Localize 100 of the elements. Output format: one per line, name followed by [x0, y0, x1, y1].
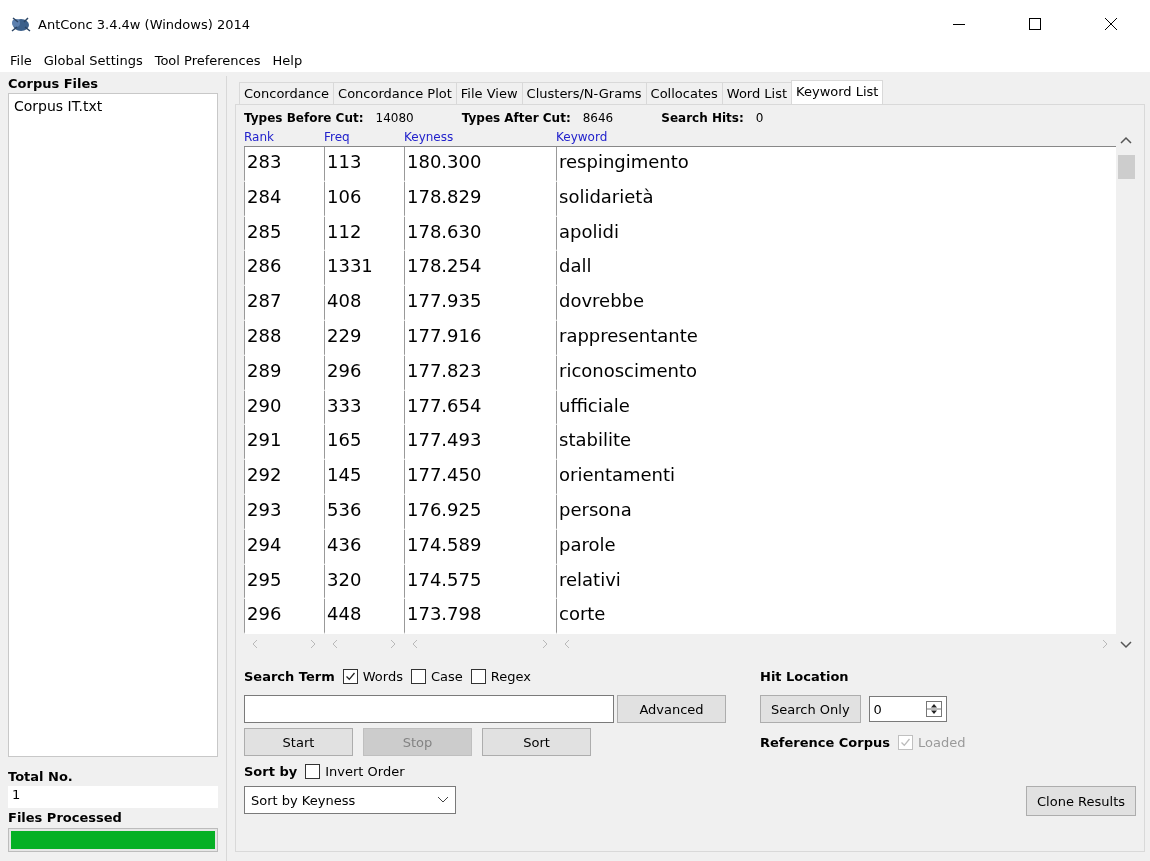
table-cell: 436: [324, 529, 404, 565]
table-cell: 173.798: [404, 599, 556, 635]
tab[interactable]: Concordance: [239, 82, 335, 104]
table-cell: 180.300: [404, 147, 556, 182]
action-button[interactable]: Start: [244, 728, 353, 757]
scroll-right-icon[interactable]: [1102, 639, 1108, 650]
table-cell: 286: [244, 251, 324, 287]
section-label: Files Processed: [8, 810, 123, 825]
table-cell: stabilite: [556, 425, 1116, 461]
stat-value: 14080: [375, 111, 414, 125]
scroll-left-icon[interactable]: [564, 639, 570, 650]
table-cell: 177.935: [404, 286, 556, 321]
table-cell: 408: [324, 286, 404, 321]
table-cell: 333: [324, 390, 404, 426]
checkbox[interactable]: Words: [342, 668, 403, 684]
table-cell: 295: [244, 564, 324, 600]
menu-item[interactable]: Tool Preferences: [148, 52, 267, 68]
table-cell: 145: [324, 460, 404, 495]
table-cell: 177.493: [404, 425, 556, 461]
reference-corpus-label: Reference Corpus: [760, 734, 890, 750]
table-cell: 177.916: [404, 321, 556, 356]
stat-label: Types Before Cut:: [244, 111, 364, 125]
action-button[interactable]: Sort: [482, 728, 591, 757]
table-cell: 176.925: [404, 494, 556, 530]
table-cell: 291: [244, 425, 324, 461]
stat-value: 8646: [582, 111, 614, 125]
caret-icon: [437, 796, 449, 805]
table-cell: ufficiale: [556, 390, 1116, 426]
check-icon: [344, 670, 356, 682]
table-cell: 296: [244, 599, 324, 635]
table-cell: corte: [556, 599, 1116, 635]
sort-by-label: Sort by: [244, 763, 298, 779]
stat-label: Search Hits:: [661, 111, 744, 125]
menu-item[interactable]: File: [4, 52, 38, 68]
number-spinner[interactable]: 0: [868, 696, 947, 723]
scroll-right-icon[interactable]: [542, 639, 548, 650]
table-cell: relativi: [556, 564, 1116, 600]
table-cell: 229: [324, 321, 404, 356]
table-cell: 287: [244, 286, 324, 321]
table-cell: 112: [324, 216, 404, 252]
table-cell: 178.829: [404, 181, 556, 217]
window-title: AntConc 3.4.4w (Windows) 2014: [38, 16, 251, 32]
checkbox[interactable]: Case: [410, 668, 463, 684]
column-header[interactable]: Keyness: [404, 130, 454, 144]
table-cell: apolidi: [556, 216, 1116, 252]
clone-results-button[interactable]: Clone Results: [1026, 786, 1136, 817]
search-only-button[interactable]: Search Only: [760, 695, 861, 724]
table-cell: rappresentante: [556, 321, 1116, 356]
table-cell: 177.450: [404, 460, 556, 495]
scroll-down-icon[interactable]: [1120, 640, 1132, 651]
column-header[interactable]: Freq: [324, 130, 350, 144]
table-cell: 178.630: [404, 216, 556, 252]
table-cell: 106: [324, 181, 404, 217]
menu-item[interactable]: Help: [266, 52, 309, 68]
stat-value: 0: [755, 111, 764, 125]
scroll-up-icon[interactable]: [1120, 135, 1132, 145]
tab[interactable]: Keyword List: [791, 80, 884, 104]
table-cell: 320: [324, 564, 404, 600]
table-cell: 292: [244, 460, 324, 495]
table-cell: 177.654: [404, 390, 556, 426]
table-cell: persona: [556, 494, 1116, 530]
column-header[interactable]: Keyword: [556, 130, 608, 144]
table-cell: 165: [324, 425, 404, 461]
checkbox[interactable]: Regex: [470, 668, 531, 684]
table-cell: 536: [324, 494, 404, 530]
scroll-left-icon[interactable]: [412, 639, 418, 650]
ant-icon: [10, 15, 32, 33]
section-label: Corpus Files: [8, 76, 100, 91]
scroll-right-icon[interactable]: [310, 639, 316, 650]
table-cell: 294: [244, 529, 324, 565]
spinner-arrows-icon[interactable]: [925, 701, 942, 718]
table-cell: 283: [244, 147, 324, 182]
table-cell: 289: [244, 355, 324, 391]
scrollbar-thumb[interactable]: [1117, 155, 1135, 179]
table-cell: 290: [244, 390, 324, 426]
stat-label: Types After Cut:: [461, 111, 571, 125]
table-cell: 448: [324, 599, 404, 635]
scroll-right-icon[interactable]: [390, 639, 396, 650]
sort-dropdown[interactable]: Sort by Keyness: [244, 786, 456, 815]
table-cell: riconoscimento: [556, 355, 1116, 391]
search-term-label: Search Term: [244, 668, 335, 684]
column-header[interactable]: Rank: [244, 130, 274, 144]
section-label: Total No.: [8, 769, 74, 784]
table-cell: 284: [244, 181, 324, 217]
checkbox[interactable]: Invert Order: [305, 763, 405, 779]
table-cell: 174.575: [404, 564, 556, 600]
table-cell: dovrebbe: [556, 286, 1116, 321]
table-cell: 177.823: [404, 355, 556, 391]
total-field: 1: [8, 786, 218, 808]
corpus-file[interactable]: Corpus IT.txt: [14, 98, 212, 114]
scroll-left-icon[interactable]: [332, 639, 338, 650]
scroll-left-icon[interactable]: [252, 639, 258, 650]
table-cell: 113: [324, 147, 404, 182]
table-cell: parole: [556, 529, 1116, 565]
menu-item[interactable]: Global Settings: [37, 52, 149, 68]
advanced-button[interactable]: Advanced: [617, 695, 726, 724]
table-cell: respingimento: [556, 147, 1116, 182]
table-cell: 285: [244, 216, 324, 252]
search-field[interactable]: [244, 695, 614, 724]
table-cell: 288: [244, 321, 324, 356]
